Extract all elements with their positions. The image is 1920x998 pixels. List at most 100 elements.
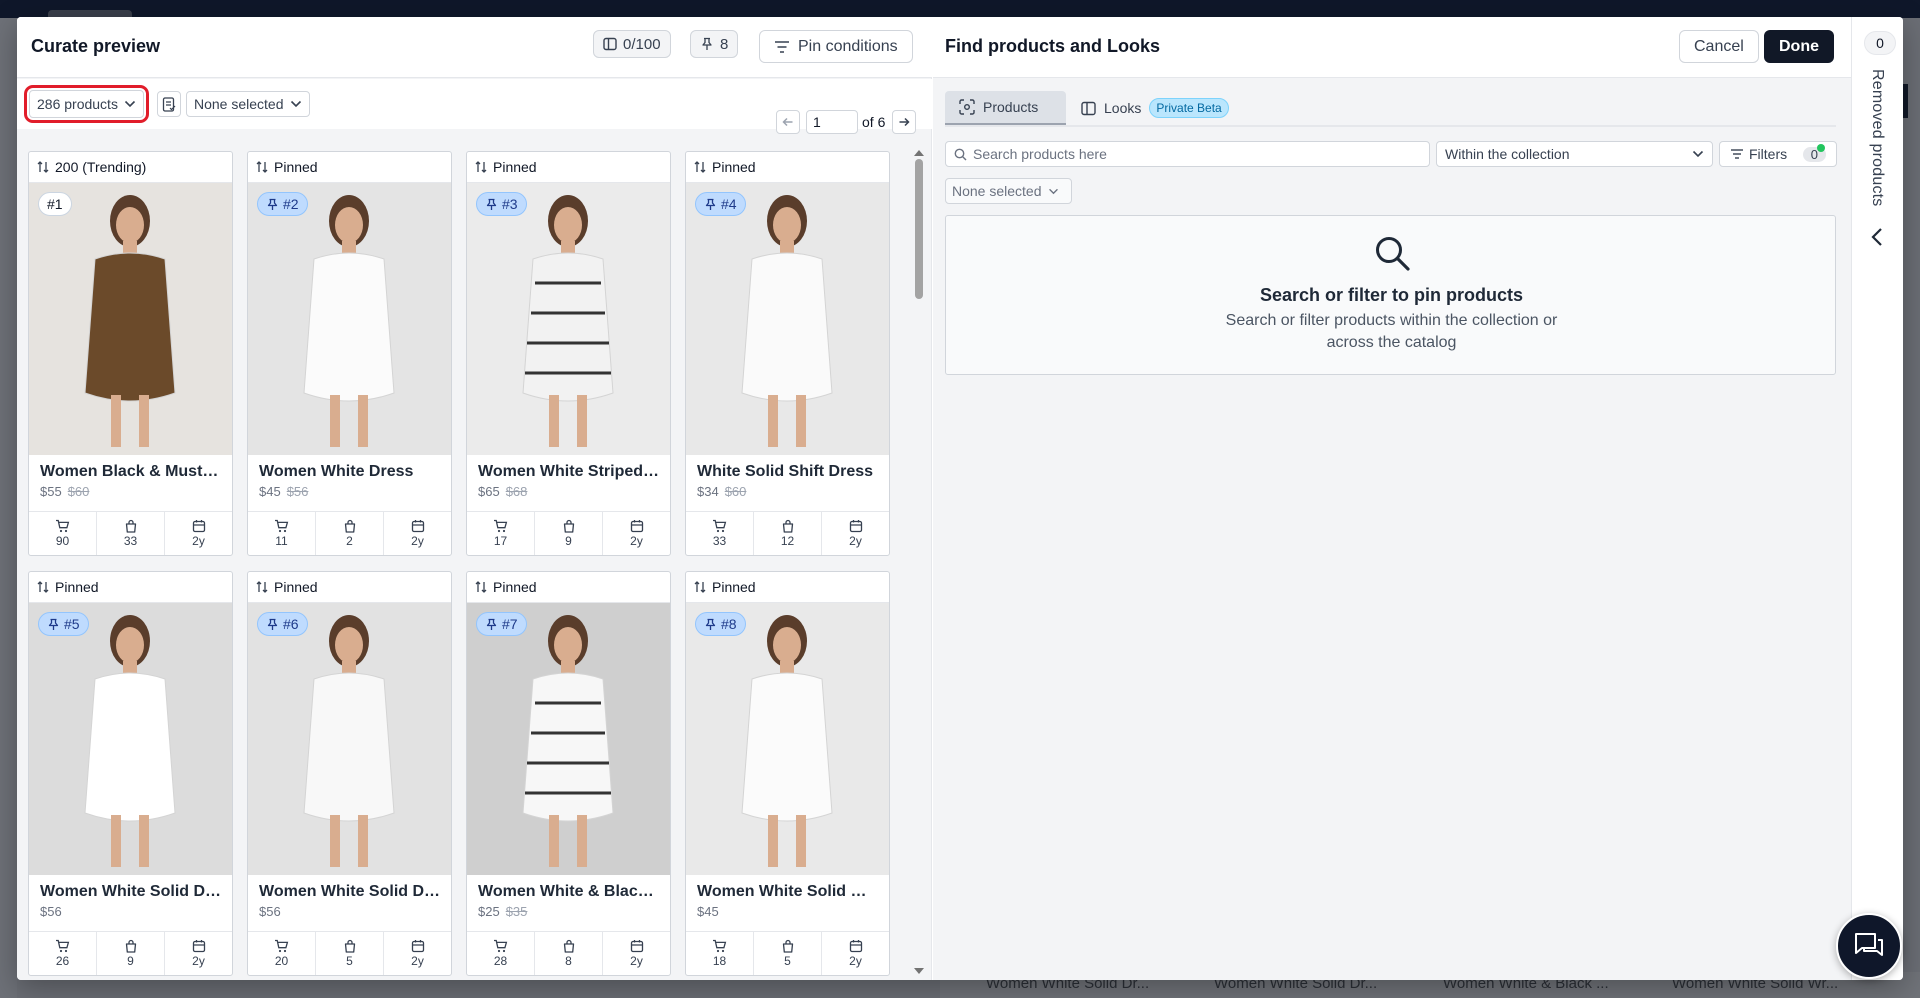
private-beta-badge: Private Beta (1149, 98, 1229, 118)
cart-icon (494, 519, 508, 533)
model-figure (522, 615, 614, 867)
empty-state: Search or filter to pin products Search … (945, 215, 1836, 375)
product-look-tabs: Products Looks Private Beta (945, 91, 1836, 127)
card-status-label: Pinned (493, 159, 537, 175)
card-header: Pinned (686, 572, 889, 603)
done-button[interactable]: Done (1764, 30, 1834, 63)
orders-stat: 9 (97, 932, 165, 975)
product-name[interactable]: Women White Solid Wrap Dress (686, 875, 889, 901)
pin-icon (48, 618, 59, 630)
sort-arrows-icon (256, 161, 268, 173)
product-image[interactable]: #1 (29, 183, 232, 455)
products-count-dropdown[interactable]: 286 products (24, 85, 149, 123)
product-image[interactable]: #7 (467, 603, 670, 875)
product-price: $56 (248, 901, 451, 919)
pin-conditions-button[interactable]: Pin conditions (759, 30, 913, 63)
original-price: $35 (505, 904, 528, 919)
product-image[interactable]: #5 (29, 603, 232, 875)
stat-value: 2y (411, 534, 424, 548)
empty-state-subtitle: Search or filter products within the col… (1225, 312, 1558, 351)
add-to-cart-stat: 33 (686, 512, 754, 555)
scrollbar-thumb[interactable] (915, 159, 923, 299)
search-scope-dropdown[interactable]: Within the collection (1436, 141, 1713, 167)
chevron-down-icon (1692, 150, 1704, 158)
rank-badge: #8 (695, 612, 746, 636)
rank-label: #2 (283, 196, 299, 212)
background-left-edge (0, 18, 17, 998)
product-image[interactable]: #2 (248, 183, 451, 455)
card-status-label: Pinned (493, 579, 537, 595)
age-stat: 2y (384, 932, 451, 975)
model-figure (303, 615, 395, 867)
scroll-down-icon (914, 968, 924, 974)
product-card[interactable]: Pinned #7 Women White & Black Striped Dres… (466, 571, 671, 976)
rank-label: #1 (47, 196, 63, 212)
current-price: $65 (478, 484, 500, 499)
rank-label: #5 (64, 616, 80, 632)
rank-label: #8 (721, 616, 737, 632)
model-figure (741, 195, 833, 447)
slots-count: 0/100 (623, 35, 661, 53)
sort-arrows-icon (475, 581, 487, 593)
panel-title: Curate preview (31, 36, 161, 56)
original-price: $60 (67, 484, 90, 499)
product-name[interactable]: Women White Solid Dress (29, 875, 232, 901)
pinned-counter[interactable]: 8 (690, 30, 739, 58)
scope-label: Within the collection (1445, 146, 1570, 162)
grid-scrollbar[interactable] (912, 129, 926, 980)
current-price: $56 (259, 904, 281, 919)
search-icon (1376, 237, 1410, 271)
tab-products[interactable]: Products (945, 91, 1066, 125)
cart-icon (275, 939, 289, 953)
stat-value: 5 (784, 954, 791, 968)
chevron-left-icon[interactable] (1870, 227, 1884, 247)
card-header: Pinned (467, 152, 670, 183)
stat-value: 2 (346, 534, 353, 548)
chat-button[interactable] (1836, 913, 1902, 979)
right-selection-dropdown[interactable]: None selected (945, 178, 1072, 204)
product-search-input[interactable]: Search products here (945, 141, 1430, 167)
stat-value: 28 (493, 954, 508, 968)
product-card[interactable]: 200 (Trending) #1 Women Black & Mustard Pr… (28, 151, 233, 556)
product-card[interactable]: Pinned #8 Women White Solid Wrap Dress $45 1… (685, 571, 890, 976)
tab-looks[interactable]: Looks Private Beta (1067, 91, 1243, 125)
pin-conditions-label: Pin conditions (798, 37, 898, 55)
rank-label: #7 (502, 616, 518, 632)
curate-modal: Curate preview 0/100 8 Pin conditions 28… (17, 17, 1903, 980)
stat-value: 2y (849, 534, 862, 548)
product-card[interactable]: Pinned #3 Women White Striped Dress $65 $68 1… (466, 151, 671, 556)
product-image[interactable]: #3 (467, 183, 670, 455)
product-image[interactable]: #6 (248, 603, 451, 875)
filters-label: Filters (1749, 146, 1788, 162)
curate-preview-panel: Curate preview 0/100 8 Pin conditions 28… (17, 17, 932, 980)
product-card[interactable]: Pinned #6 Women White Solid Dress $56 20 5 2y (247, 571, 452, 976)
current-price: $56 (40, 904, 62, 919)
select-all-button[interactable] (157, 91, 181, 117)
product-card[interactable]: Pinned #2 Women White Dress $45 $56 11 2 2y (247, 151, 452, 556)
current-price: $34 (697, 484, 719, 499)
model-figure (84, 615, 176, 867)
product-name[interactable]: Women White Dress (248, 455, 451, 481)
calendar-icon (411, 940, 424, 953)
cart-icon (494, 939, 508, 953)
product-name[interactable]: Women White & Black Striped Dress (467, 875, 670, 901)
product-name[interactable]: Women White Solid Dress (248, 875, 451, 901)
product-image[interactable]: #4 (686, 183, 889, 455)
product-card[interactable]: Pinned #4 White Solid Shift Dress $34 $60 33 1… (685, 151, 890, 556)
filters-button[interactable]: Filters 0 (1719, 141, 1837, 167)
chevron-down-icon (124, 100, 136, 108)
selection-dropdown[interactable]: None selected (186, 91, 310, 117)
pin-icon (486, 198, 497, 210)
product-card[interactable]: Pinned #5 Women White Solid Dress $56 26 9 2y (28, 571, 233, 976)
calendar-icon (849, 940, 862, 953)
cancel-button[interactable]: Cancel (1679, 30, 1759, 63)
product-name[interactable]: Women White Striped Dress (467, 455, 670, 481)
removed-products-strip[interactable]: 0 Removed products (1851, 17, 1903, 980)
rank-label: #4 (721, 196, 737, 212)
cart-icon (275, 519, 289, 533)
product-image[interactable]: #8 (686, 603, 889, 875)
slots-counter[interactable]: 0/100 (593, 30, 671, 58)
product-name[interactable]: Women Black & Mustard Printed Top (29, 455, 232, 481)
product-price: $25 $35 (467, 901, 670, 919)
product-name[interactable]: White Solid Shift Dress (686, 455, 889, 481)
